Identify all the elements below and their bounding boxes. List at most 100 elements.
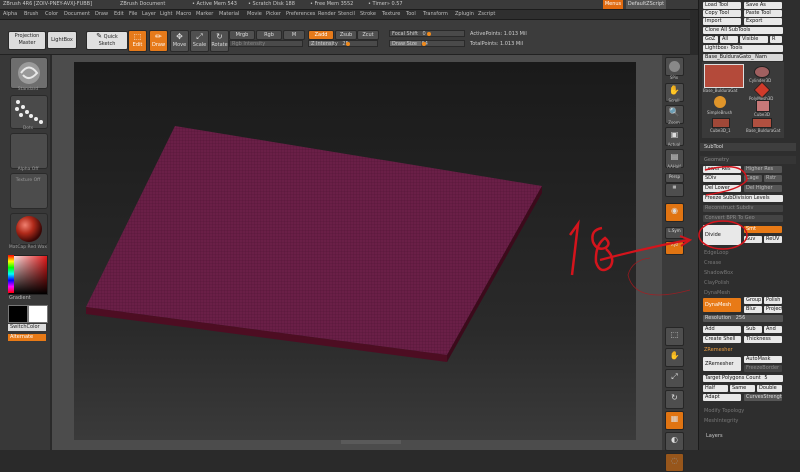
- m-button[interactable]: M: [283, 30, 305, 40]
- move-button[interactable]: ✥ Move: [170, 30, 189, 52]
- bpr-button[interactable]: [665, 57, 684, 76]
- secondary-color-swatch[interactable]: [28, 305, 48, 323]
- all-button[interactable]: All: [720, 36, 738, 43]
- copy-tool-button[interactable]: Copy Tool: [703, 10, 741, 17]
- curves-strength-slider[interactable]: CurvesStrength: [744, 394, 782, 401]
- menu-render[interactable]: Render: [318, 11, 336, 17]
- menu-tool[interactable]: Tool: [406, 11, 416, 17]
- brush-thumbnail[interactable]: [10, 57, 48, 89]
- and-button[interactable]: And: [764, 326, 782, 333]
- resolution-slider[interactable]: Resolution 256: [703, 315, 783, 322]
- menu-macro[interactable]: Macro: [176, 11, 191, 17]
- gradient-label[interactable]: Gradient: [9, 295, 31, 301]
- default-zscript-button[interactable]: DefaultZScript: [626, 0, 666, 9]
- menu-movie[interactable]: Movie: [247, 11, 262, 17]
- transp-button[interactable]: ◐: [665, 432, 684, 451]
- adapt-toggle[interactable]: Adapt: [703, 394, 741, 401]
- menu-file[interactable]: File: [129, 11, 137, 17]
- same-button[interactable]: Same: [730, 385, 755, 392]
- tool-thumb-cube-1[interactable]: [712, 118, 730, 128]
- lightbox-button[interactable]: LightBox: [47, 31, 77, 49]
- menu-stencil[interactable]: Stencil: [338, 11, 355, 17]
- paste-tool-button[interactable]: Paste Tool: [744, 10, 782, 17]
- material-thumbnail[interactable]: [10, 213, 48, 245]
- zremesher-button[interactable]: ZRemesher: [703, 357, 741, 371]
- menu-stroke[interactable]: Stroke: [360, 11, 376, 17]
- zsub-button[interactable]: Zsub: [335, 30, 357, 40]
- rotate-button[interactable]: ↻ Rotate: [210, 30, 229, 52]
- freeze-border-toggle[interactable]: FreezeBorder: [744, 365, 782, 372]
- current-tool-button[interactable]: Base_BulduraGato_ Nam: [703, 54, 783, 61]
- focal-shift-slider[interactable]: Focal Shift 0: [389, 30, 465, 37]
- load-tool-button[interactable]: Load Tool: [703, 2, 741, 9]
- move-view-button[interactable]: ✋: [665, 348, 684, 367]
- frame-button[interactable]: ⬚: [665, 327, 684, 346]
- rgb-button[interactable]: Rgb: [256, 30, 282, 40]
- tool-thumb-base-buldura-2[interactable]: [752, 118, 772, 128]
- automask-toggle[interactable]: AutoMask: [744, 356, 782, 363]
- import-button[interactable]: Import: [703, 18, 741, 25]
- hue-strip[interactable]: [8, 255, 14, 293]
- menu-marker[interactable]: Marker: [196, 11, 213, 17]
- menus-button[interactable]: Menus: [603, 0, 623, 9]
- draw-button[interactable]: ✏ Draw: [149, 30, 168, 52]
- switch-color-button[interactable]: SwitchColor: [8, 324, 46, 331]
- modify-topology-section[interactable]: Modify Topology: [704, 408, 744, 414]
- ghost-button[interactable]: ◌: [665, 453, 684, 472]
- scale-view-button[interactable]: ⤢: [665, 369, 684, 388]
- visible-button[interactable]: Visible: [740, 36, 768, 43]
- menu-picker[interactable]: Picker: [266, 11, 281, 17]
- export-button[interactable]: Export: [744, 18, 782, 25]
- z-intensity-slider[interactable]: Z Intensity 25: [308, 40, 378, 47]
- menu-edit[interactable]: Edit: [114, 11, 124, 17]
- r-button[interactable]: R: [770, 36, 782, 43]
- draw-size-slider[interactable]: Draw Size 64: [389, 40, 465, 47]
- menu-transform[interactable]: Transform: [423, 11, 448, 17]
- menu-alpha[interactable]: Alpha: [3, 11, 17, 17]
- target-polygons-slider[interactable]: Target Polygons Count 5: [703, 375, 783, 382]
- zremesher-section[interactable]: ZRemesher: [704, 347, 733, 353]
- menu-draw[interactable]: Draw: [95, 11, 108, 17]
- primary-color-swatch[interactable]: [8, 305, 28, 323]
- rotate-view-button[interactable]: ↻: [665, 390, 684, 409]
- menu-zplugin[interactable]: Zplugin: [455, 11, 474, 17]
- z-intensity-knob[interactable]: [346, 42, 350, 46]
- tool-thumb-simplebrush[interactable]: [714, 96, 726, 108]
- lightbox-tools-button[interactable]: Lightbox› Tools: [703, 45, 783, 52]
- polyframe-button[interactable]: ▦: [665, 411, 684, 430]
- menu-zscript[interactable]: Zscript: [478, 11, 495, 17]
- double-button[interactable]: Double: [757, 385, 782, 392]
- stroke-thumbnail[interactable]: [10, 95, 48, 129]
- menu-material[interactable]: Material: [219, 11, 239, 17]
- menu-brush[interactable]: Brush: [24, 11, 38, 17]
- focal-shift-knob[interactable]: [427, 32, 431, 36]
- tool-thumb-cylinder[interactable]: [754, 66, 770, 78]
- tool-thumb-cube[interactable]: [756, 100, 770, 112]
- menu-layer[interactable]: Layer: [142, 11, 156, 17]
- canvas-scroll-handle[interactable]: [341, 440, 401, 444]
- sub-button[interactable]: Sub: [744, 326, 762, 333]
- alternate-button[interactable]: Alternate: [8, 334, 46, 341]
- save-as-button[interactable]: Save As: [744, 2, 782, 9]
- draw-size-knob[interactable]: [422, 42, 426, 46]
- menu-texture[interactable]: Texture: [382, 11, 400, 17]
- goz-button[interactable]: GoZ: [703, 36, 718, 43]
- menu-document[interactable]: Document: [64, 11, 90, 17]
- projection-master-button[interactable]: Projection Master: [8, 31, 46, 50]
- add-button[interactable]: Add: [703, 326, 741, 333]
- thickness-slider[interactable]: Thickness: [744, 336, 782, 343]
- rgb-intensity-slider[interactable]: Rgb Intensity: [229, 40, 303, 47]
- zcut-button[interactable]: Zcut: [357, 30, 379, 40]
- half-button[interactable]: Half: [703, 385, 728, 392]
- menu-light[interactable]: Light: [160, 11, 172, 17]
- color-picker[interactable]: [8, 255, 48, 295]
- zadd-button[interactable]: Zadd: [308, 30, 334, 40]
- mrgb-button[interactable]: Mrgb: [229, 30, 255, 40]
- scale-button[interactable]: ⤢ Scale: [190, 30, 209, 52]
- quick-sketch-button[interactable]: ✎ Quick Sketch: [86, 31, 128, 50]
- alpha-thumbnail[interactable]: [10, 133, 48, 169]
- create-shell-button[interactable]: Create Shell: [703, 336, 741, 343]
- menu-preferences[interactable]: Preferences: [286, 11, 315, 17]
- layers-section[interactable]: Layers: [706, 433, 723, 439]
- tool-thumb-base-buldura[interactable]: [704, 64, 744, 88]
